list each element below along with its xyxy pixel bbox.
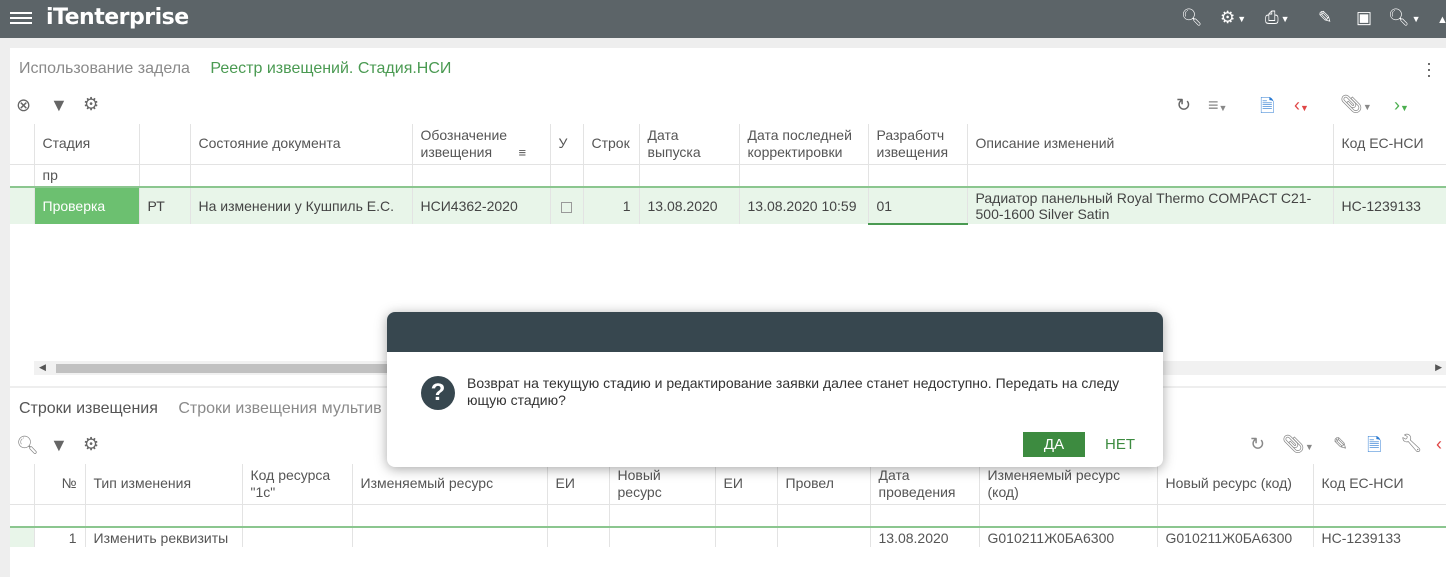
sort-icon[interactable]: ≡ xyxy=(519,145,527,160)
top-bar: iTenterprise 🔍︎ ⚙ ▼ ⎙ ▼ ✎ ▣ 🔍︎ ▼ ▲ xyxy=(0,0,1446,38)
column-header[interactable]: Разработч извещения xyxy=(868,124,968,164)
more-options-icon[interactable]: · · · xyxy=(1426,54,1432,84)
table-row[interactable]: Проверка РТ На изменении у Кушпиль Е.С. … xyxy=(10,187,1446,225)
checkbox-cell[interactable] xyxy=(550,187,584,224)
column-header[interactable]: Состояние документа xyxy=(190,124,413,164)
developer-cell[interactable]: 01 xyxy=(868,187,968,225)
edit-icon[interactable]: ✎ xyxy=(1333,434,1348,455)
document-icon[interactable]: 🗎︎ xyxy=(1367,433,1381,463)
column-header[interactable]: У xyxy=(550,124,584,164)
column-header[interactable]: Обозначение извещения ≡ xyxy=(412,124,551,164)
stage-cell[interactable]: Проверка xyxy=(34,187,140,224)
column-header[interactable]: Провел xyxy=(777,464,871,504)
column-header[interactable]: Изменяемый ресурс xyxy=(352,464,548,504)
description-cell[interactable]: Радиатор панельный Royal Thermo COMPACT … xyxy=(967,187,1334,224)
stage-filter-input[interactable]: пр xyxy=(34,163,140,188)
column-header[interactable] xyxy=(139,124,191,164)
old-resource-code-cell[interactable]: G010211Ж0БА6300 xyxy=(979,527,1158,547)
refresh-icon[interactable]: ↻ xyxy=(1176,95,1191,116)
tab-notice-lines-multi[interactable]: Строки извещения мультив xyxy=(178,400,381,417)
column-header[interactable]: Стадия xyxy=(34,124,140,164)
tab-notice-registry[interactable]: Реестр извещений. Стадия.НСИ xyxy=(210,60,451,77)
app-logo[interactable]: iTenterprise xyxy=(46,5,189,30)
wrench-icon[interactable]: 🔧︎ xyxy=(1400,433,1423,454)
next-icon[interactable]: ›▼ xyxy=(1394,95,1409,116)
checkbox[interactable] xyxy=(561,201,572,213)
column-header[interactable]: Описание изменений xyxy=(967,124,1334,164)
scrollbar-thumb[interactable] xyxy=(56,364,396,373)
column-header[interactable]: ЕИ xyxy=(547,464,610,504)
previous-icon[interactable]: ‹▼ xyxy=(1294,95,1309,116)
attachment-icon[interactable]: 📎︎▼ xyxy=(1340,94,1372,115)
archive-icon[interactable]: ▣ xyxy=(1356,8,1372,28)
attachment-icon[interactable]: 📎︎▼ xyxy=(1282,434,1314,455)
column-header[interactable]: Код ЕС-НСИ xyxy=(1313,464,1446,504)
notice-table: Стадия Состояние документа Обозначение и… xyxy=(10,124,1446,225)
change-type-cell[interactable]: Изменить реквизиты xyxy=(85,527,243,547)
edit-document-icon[interactable]: ✎ xyxy=(1318,8,1332,28)
search-options-icon[interactable]: 🔍︎ ▼ xyxy=(1388,8,1421,28)
column-header[interactable]: Новый ресурс xyxy=(609,464,716,504)
dialog-message: Возврат на текущую стадию и редактирован… xyxy=(467,375,1120,408)
column-header[interactable]: Новый ресурс (код) xyxy=(1157,464,1314,504)
search-icon[interactable]: 🔍︎ xyxy=(1181,8,1203,28)
tab-notice-lines[interactable]: Строки извещения xyxy=(19,400,158,417)
state-cell[interactable]: На изменении у Кушпиль Е.С. xyxy=(190,187,413,224)
table-header: № Тип изменения Код ресурса "1с" Изменяе… xyxy=(10,464,1446,504)
count-cell[interactable]: 1 xyxy=(583,187,640,224)
scroll-left-icon[interactable]: ◀ xyxy=(39,362,46,373)
yes-button[interactable]: ДА xyxy=(1023,432,1085,457)
column-header[interactable]: Дата последней корректировки xyxy=(739,124,869,164)
question-icon: ? xyxy=(421,376,455,410)
column-header[interactable]: Тип изменения xyxy=(85,464,243,504)
user-icon[interactable]: ▲ xyxy=(1437,14,1446,26)
es-code-cell[interactable]: НС-1239133 xyxy=(1333,187,1446,224)
column-header[interactable]: Дата проведения xyxy=(870,464,980,504)
column-header[interactable]: ЕИ xyxy=(715,464,778,504)
tab-backlog-usage[interactable]: Использование задела xyxy=(19,60,190,77)
logo-text: enterprise xyxy=(64,5,190,30)
last-edit-cell[interactable]: 13.08.2020 10:59 xyxy=(739,187,869,224)
refresh-icon[interactable]: ↻ xyxy=(1250,434,1265,455)
sort-icon[interactable]: ≡▼ xyxy=(1208,95,1227,116)
no-button[interactable]: НЕТ xyxy=(1093,432,1147,457)
document-icon[interactable]: 🗎︎ xyxy=(1260,94,1274,124)
code-cell[interactable]: РТ xyxy=(139,187,191,224)
dialog-header xyxy=(387,312,1163,352)
column-header[interactable]: Код ЕС-НСИ xyxy=(1333,124,1446,164)
confirm-dialog: ? Возврат на текущую стадию и редактиров… xyxy=(387,312,1163,467)
gear-icon[interactable]: ⚙ ▼ xyxy=(1220,8,1246,28)
settings-icon[interactable]: ⚙ xyxy=(83,94,99,115)
date-cell[interactable]: 13.08.2020 xyxy=(870,527,980,547)
filter-icon[interactable]: ▼ xyxy=(50,435,68,456)
table-header: Стадия Состояние документа Обозначение и… xyxy=(10,124,1446,164)
logo-mark: iT xyxy=(46,5,65,30)
column-header[interactable]: № xyxy=(34,464,86,504)
column-header[interactable]: Код ресурса "1с" xyxy=(242,464,353,504)
column-header[interactable]: Строк xyxy=(583,124,640,164)
clear-filter-icon[interactable]: ⊗ xyxy=(16,95,31,116)
settings-icon[interactable]: ⚙ xyxy=(83,434,99,455)
filter-row: пр xyxy=(10,163,1446,188)
filter-icon[interactable]: ▼ xyxy=(50,95,68,116)
bottom-tabs: Строки извещения Строки извещения мульти… xyxy=(19,400,398,418)
previous-icon[interactable]: ‹ xyxy=(1436,434,1442,455)
menu-icon[interactable] xyxy=(10,9,32,27)
scroll-right-icon[interactable]: ▶ xyxy=(1435,362,1442,373)
table-row[interactable]: 1 Изменить реквизиты 13.08.2020 G010211Ж… xyxy=(10,527,1446,547)
notice-lines-table: № Тип изменения Код ресурса "1с" Изменяе… xyxy=(10,464,1446,547)
search-icon[interactable]: 🔍︎ xyxy=(16,435,39,456)
printer-icon[interactable]: ⎙ ▼ xyxy=(1265,8,1290,28)
column-header[interactable]: Изменяемый ресурс (код) xyxy=(979,464,1158,504)
release-date-cell[interactable]: 13.08.2020 xyxy=(639,187,740,224)
designation-cell[interactable]: НСИ4362-2020 xyxy=(412,187,551,224)
es-code-cell[interactable]: НС-1239133 xyxy=(1313,527,1446,547)
row-number-cell[interactable]: 1 xyxy=(34,527,86,547)
new-resource-code-cell[interactable]: G010211Ж0БА6300 xyxy=(1157,527,1314,547)
column-header[interactable]: Дата выпуска xyxy=(639,124,740,164)
top-tabs: Использование задела Реестр извещений. С… xyxy=(19,60,467,78)
filter-row xyxy=(10,503,1446,528)
